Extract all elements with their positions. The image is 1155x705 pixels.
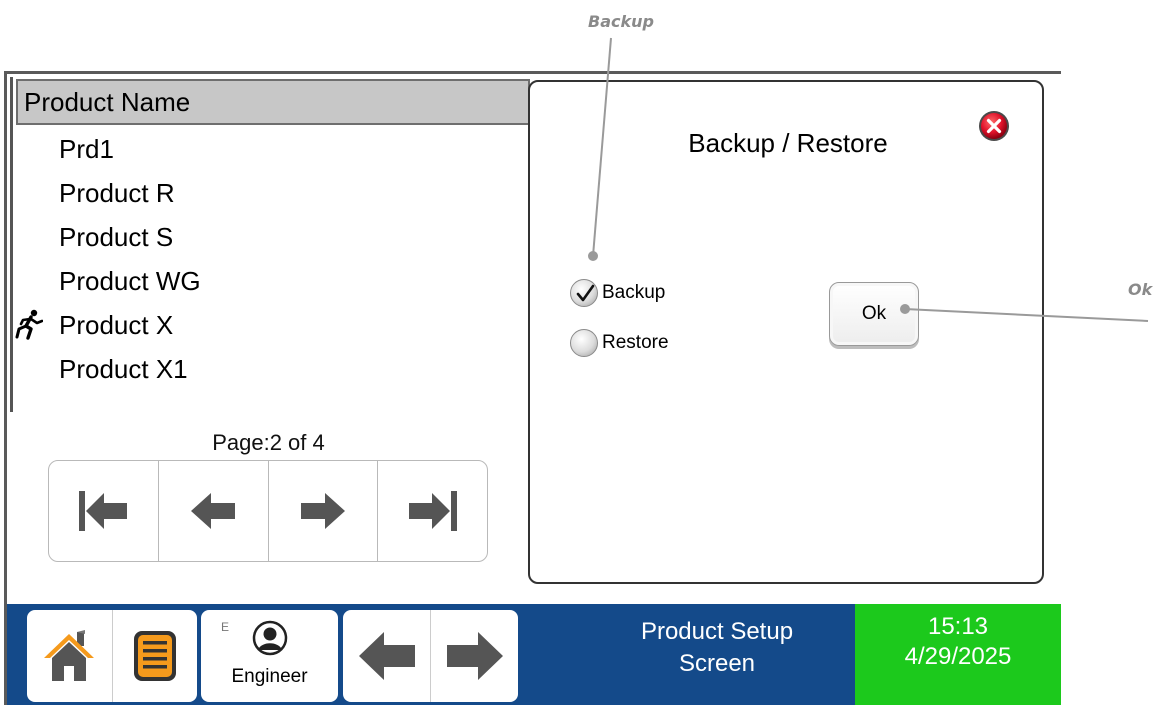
previous-page-button[interactable]	[159, 461, 269, 561]
first-page-button[interactable]	[49, 461, 159, 561]
forward-button[interactable]	[431, 610, 518, 702]
home-button[interactable]	[27, 610, 113, 702]
ok-button[interactable]: Ok	[829, 282, 919, 346]
home-icon	[44, 630, 95, 681]
product-row[interactable]: Product WG	[59, 259, 201, 303]
screen-title: Product Setup Screen	[567, 616, 867, 680]
last-page-button[interactable]	[378, 461, 487, 561]
product-name: Prd1	[59, 134, 114, 164]
clock-date: 4/29/2025	[904, 643, 1012, 670]
product-row[interactable]: Prd1	[59, 127, 114, 171]
page-indicator: Page:2 of 4	[212, 430, 325, 455]
backup-restore-dialog: Backup / Restore Backup Restore Ok	[528, 80, 1044, 584]
paging-area: Page:2 of 4	[10, 412, 527, 602]
date-time-display: 15:13 4/29/2025	[855, 604, 1061, 705]
dialog-title: Backup / Restore	[688, 128, 888, 158]
screen-navigation	[343, 610, 518, 702]
product-row[interactable]: Product S	[59, 215, 173, 259]
product-row[interactable]: Product R	[59, 171, 175, 215]
screen-title-line1: Product Setup	[640, 618, 794, 645]
product-row-active[interactable]: Product X	[59, 303, 173, 347]
backup-option-label: Backup	[602, 282, 666, 303]
backup-radio[interactable]	[570, 279, 598, 307]
callout-backup-label: Backup	[588, 12, 654, 31]
product-name: Product R	[59, 178, 175, 208]
user-level-badge: E	[221, 620, 230, 634]
back-button[interactable]	[343, 610, 431, 702]
checkmark-icon	[576, 284, 595, 302]
screen-title-line2: Screen	[678, 650, 756, 677]
product-list-header: Product Name	[16, 79, 530, 125]
user-name: Engineer	[231, 666, 308, 687]
pager-control	[48, 460, 488, 562]
back-arrow-icon	[358, 632, 415, 680]
product-name: Product S	[59, 222, 174, 252]
forward-arrow-icon	[446, 632, 503, 680]
hmi-screen: Product Name Prd1 Product R Product S Pr…	[4, 71, 1061, 705]
user-icon	[252, 620, 288, 656]
restore-option-label: Restore	[602, 332, 669, 353]
user-login-button[interactable]: E Engineer	[201, 610, 338, 702]
restore-radio[interactable]	[570, 329, 598, 357]
previous-page-icon	[191, 493, 236, 529]
product-name: Product X	[59, 310, 174, 340]
product-list: Product Name Prd1 Product R Product S Pr…	[10, 77, 530, 412]
clock-time: 15:13	[927, 613, 989, 640]
runner-icon	[15, 309, 43, 340]
restore-option[interactable]: Restore	[570, 328, 669, 358]
product-name: Product X1	[59, 354, 188, 384]
last-page-icon	[408, 491, 457, 531]
product-name: Product WG	[59, 266, 201, 296]
backup-option[interactable]: Backup	[570, 278, 665, 308]
menu-button[interactable]	[113, 610, 198, 702]
bottom-nav-bar: E Engineer Product Setup Screen 15:13 4/…	[7, 604, 1061, 705]
product-row[interactable]: Product X1	[59, 347, 188, 391]
first-page-icon	[79, 491, 128, 531]
callout-ok-label: Ok	[1128, 280, 1153, 299]
close-icon[interactable]	[978, 110, 1010, 142]
menu-icon	[133, 631, 176, 681]
next-page-button[interactable]	[269, 461, 379, 561]
next-page-icon	[300, 493, 345, 529]
home-menu-group	[27, 610, 197, 702]
